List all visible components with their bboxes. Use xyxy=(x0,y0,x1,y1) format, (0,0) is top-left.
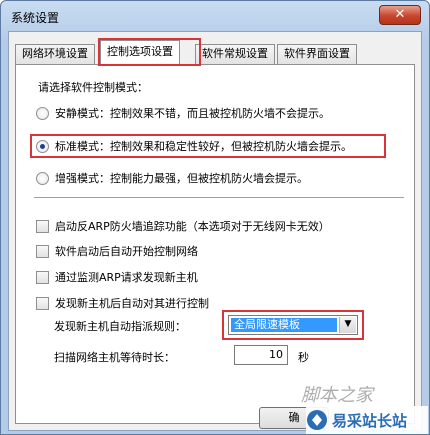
chevron-down-icon[interactable]: ▼ xyxy=(339,317,356,333)
checkbox-auto-start-control[interactable]: 软件启动后自动开始控制网络 xyxy=(36,242,198,260)
tab-network-settings[interactable]: 网络环境设置 xyxy=(15,44,95,64)
tab-label: 网络环境设置 xyxy=(22,47,88,60)
close-icon: ✕ xyxy=(394,7,406,22)
window-title: 系统设置 xyxy=(11,11,60,25)
checkbox-arp-detect-hosts[interactable]: 通过监测ARP请求发现新主机 xyxy=(36,268,198,286)
checkbox[interactable] xyxy=(36,244,49,258)
tab-general-settings[interactable]: 软件常规设置 xyxy=(195,44,275,64)
radio-label: 增强模式：控制能力最强，但被控机防火墙会提示。 xyxy=(55,172,308,185)
ok-button-label: 确 xyxy=(288,411,300,424)
auto-rule-label: 发现新主机自动指派规则： xyxy=(54,320,186,333)
checkbox-label: 启动反ARP防火墙追踪功能（本选项对于无线网卡无效） xyxy=(55,220,330,233)
checkbox[interactable] xyxy=(36,270,49,284)
radio-label: 标准模式：控制效果和稳定性较好，但被控机防火墙会提示。 xyxy=(55,140,352,153)
radio-button-selected[interactable] xyxy=(36,139,49,153)
radio-quiet-mode[interactable]: 安静模式：控制效果不错，而且被控机防火墙不会提示。 xyxy=(36,104,330,122)
checkbox-label: 发现新主机后自动对其进行控制 xyxy=(55,297,209,310)
tab-label: 软件界面设置 xyxy=(284,47,350,60)
scan-wait-label: 扫描网络主机等待时长： xyxy=(54,351,175,364)
checkbox[interactable] xyxy=(36,219,49,233)
checkbox-label: 软件启动后自动开始控制网络 xyxy=(55,245,198,258)
close-button[interactable]: ✕ xyxy=(379,5,421,25)
scan-wait-input[interactable]: 10 xyxy=(234,345,288,365)
settings-window: 系统设置 ✕ 网络环境设置 控制选项设置 软件常规设置 软件界面设置 请选择软件… xyxy=(0,0,430,435)
watermark-script: 脚本之家 xyxy=(301,385,373,406)
dialog-client-area: 网络环境设置 控制选项设置 软件常规设置 软件界面设置 请选择软件控制模式： 安… xyxy=(8,31,422,431)
scan-wait-unit: 秒 xyxy=(298,351,309,364)
site-logo-icon xyxy=(306,409,328,431)
watermark-site: 易采站长站 xyxy=(306,406,428,434)
title-bar[interactable]: 系统设置 ✕ xyxy=(1,1,429,31)
separator xyxy=(34,197,404,199)
radio-standard-mode[interactable]: 标准模式：控制效果和稳定性较好，但被控机防火墙会提示。 xyxy=(36,137,352,155)
select-value: 全局限速模板 xyxy=(231,318,337,332)
tab-control-options[interactable]: 控制选项设置 xyxy=(100,40,180,65)
checkbox-anti-arp-tracking[interactable]: 启动反ARP防火墙追踪功能（本选项对于无线网卡无效） xyxy=(36,217,330,235)
tab-label: 软件常规设置 xyxy=(202,47,268,60)
tab-interface-settings[interactable]: 软件界面设置 xyxy=(277,44,357,64)
checkbox-label: 通过监测ARP请求发现新主机 xyxy=(55,271,198,284)
radio-enhanced-mode[interactable]: 增强模式：控制能力最强，但被控机防火墙会提示。 xyxy=(36,169,308,187)
site-name: 易采站长站 xyxy=(332,411,408,430)
tab-label: 控制选项设置 xyxy=(107,45,173,58)
radio-button[interactable] xyxy=(36,171,49,185)
radio-label: 安静模式：控制效果不错，而且被控机防火墙不会提示。 xyxy=(55,107,330,120)
auto-rule-select[interactable]: 全局限速模板 ▼ xyxy=(228,315,358,335)
control-options-panel: 请选择软件控制模式： 安静模式：控制效果不错，而且被控机防火墙不会提示。 标准模… xyxy=(15,64,415,424)
mode-prompt: 请选择软件控制模式： xyxy=(38,81,148,94)
radio-button[interactable] xyxy=(36,106,49,120)
checkbox[interactable] xyxy=(36,296,49,310)
checkbox-auto-control-new-hosts[interactable]: 发现新主机后自动对其进行控制 xyxy=(36,294,209,312)
